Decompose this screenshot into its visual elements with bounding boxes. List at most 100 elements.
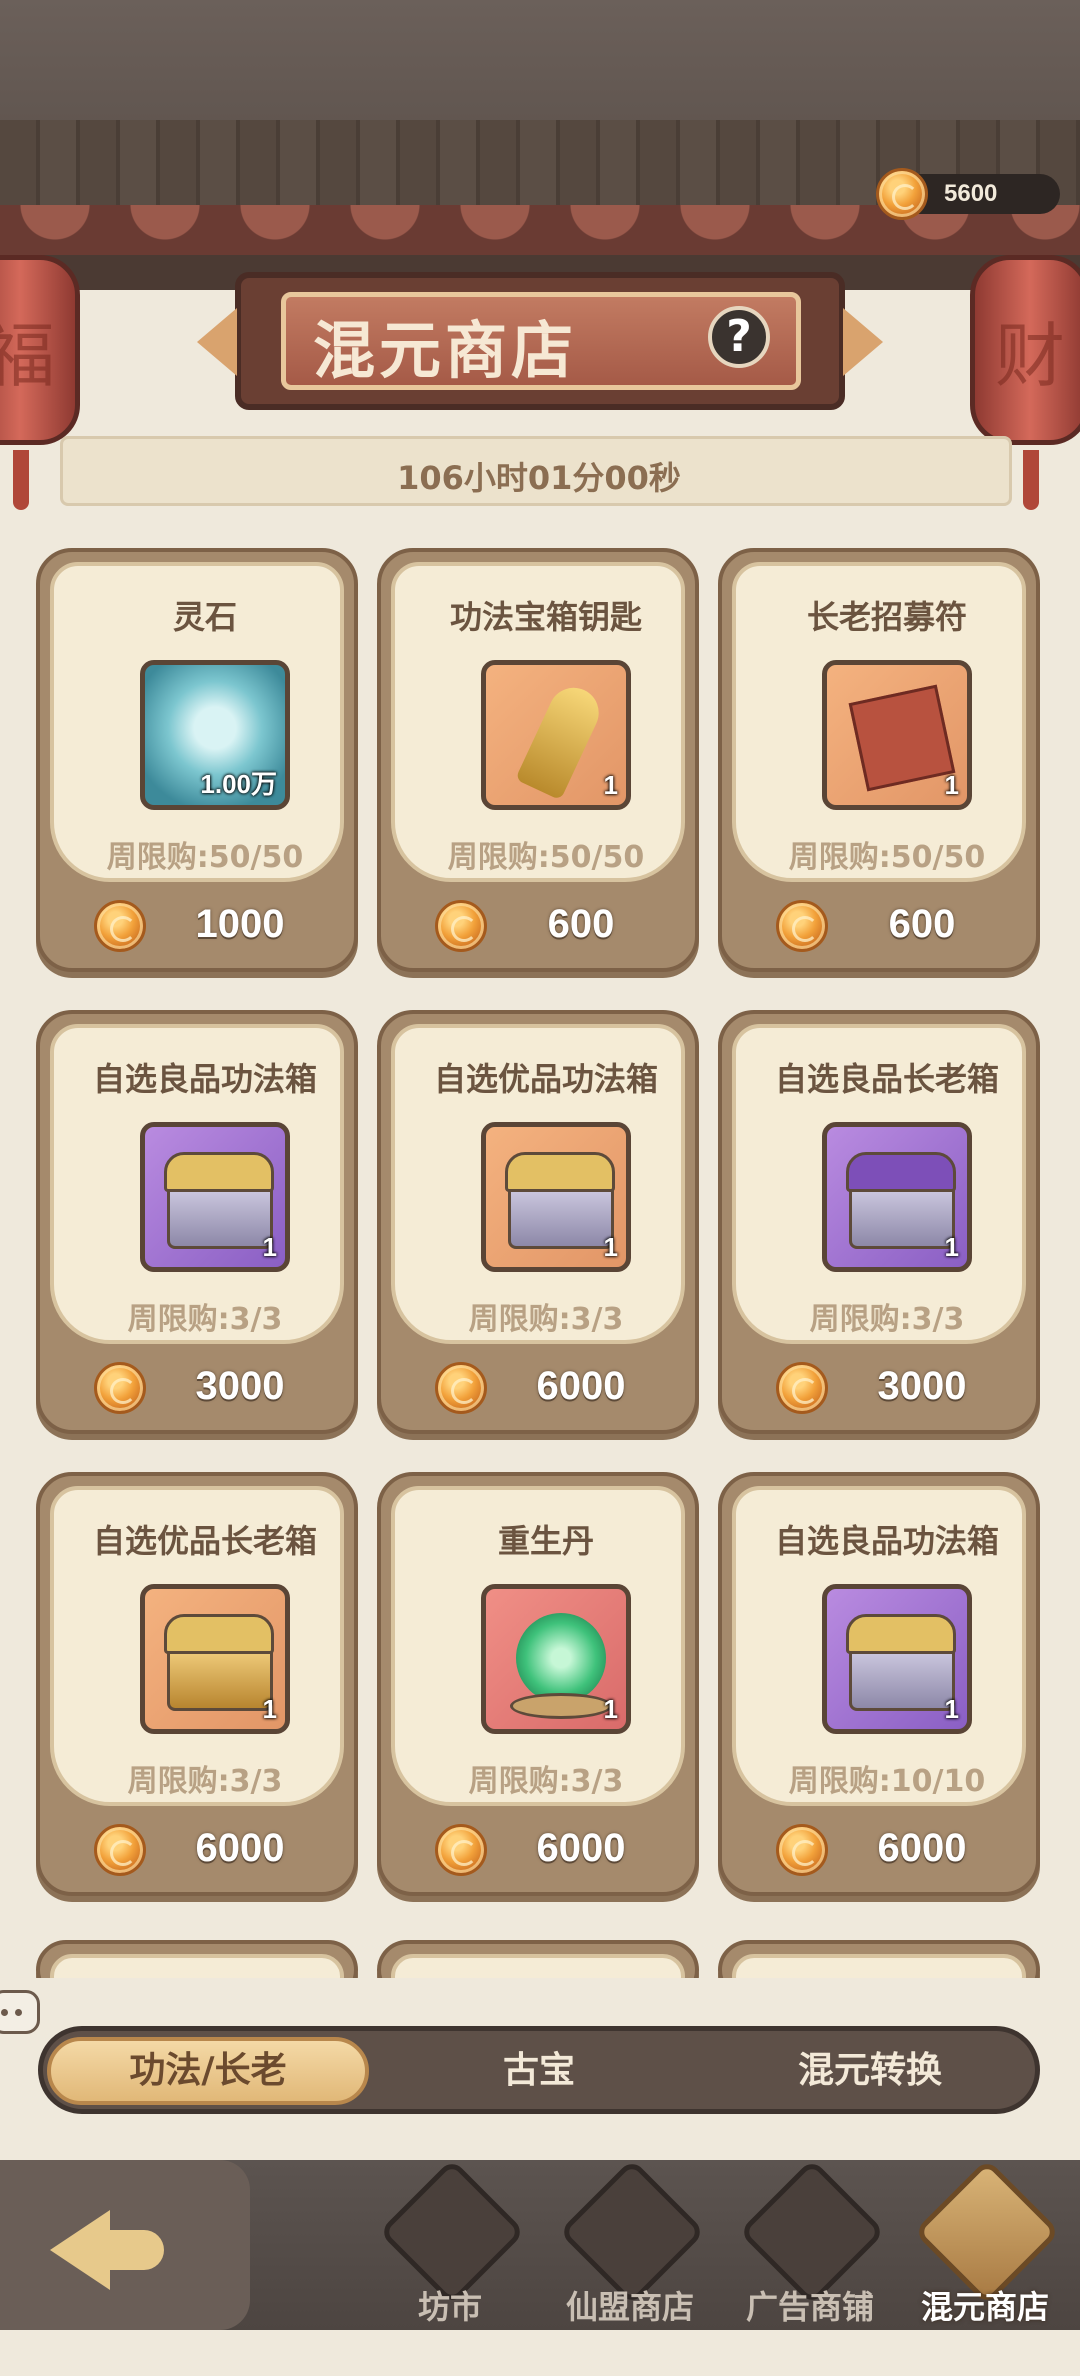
coin-icon (776, 900, 828, 952)
item-quantity: 1 (944, 1232, 959, 1262)
currency-amount: 5600 (944, 180, 998, 207)
item-price: 3000 (877, 1364, 967, 1408)
chest-icon: 1 (822, 1584, 972, 1734)
chest-icon: 1 (140, 1584, 290, 1734)
key-shape (515, 679, 607, 801)
coin-icon (435, 900, 487, 952)
shop-item-card[interactable]: 自选优品长老箱 1 周限购:3/3 6000 (36, 1472, 358, 1896)
lantern-right-character: 财 (995, 315, 1065, 397)
coin-icon (435, 1824, 487, 1876)
shop-item-grid[interactable]: 灵石 1.00万 周限购:50/50 1000 功法宝箱钥匙 1 周限购:50/… (36, 548, 1042, 1978)
item-quantity: 1 (944, 1694, 959, 1724)
chat-dot (1, 2009, 8, 2016)
lantern-left: 福 (0, 255, 80, 510)
coin-icon (435, 1362, 487, 1414)
help-button[interactable]: ? (708, 306, 770, 368)
chest-body (846, 1152, 956, 1249)
card-face: 自选良品功法箱 1 周限购:3/3 (50, 1024, 344, 1344)
coin-icon (776, 1824, 828, 1876)
chest-body (164, 1614, 274, 1711)
price-button[interactable]: 6000 (381, 1354, 695, 1424)
shop-item-card[interactable]: 自选良品功法箱 1 周限购:3/3 3000 (36, 1010, 358, 1434)
refresh-timer: 106小时01分00秒 (60, 436, 1012, 506)
item-name: 自选优品功法箱 (433, 1060, 658, 1098)
price-button[interactable]: 6000 (40, 1816, 354, 1886)
item-name: 自选良品功法箱 (774, 1522, 999, 1560)
category-tabs: 功法/长老 古宝 混元转换 (38, 2026, 1040, 2114)
shop-item-card[interactable]: 自选优品功法箱 1 周限购:3/3 6000 (377, 1010, 699, 1434)
shop-item-card[interactable]: 功法宝箱钥匙 1 周限购:50/50 600 (377, 548, 699, 972)
purchase-limit: 周限购:50/50 (788, 840, 986, 875)
price-button[interactable]: 6000 (722, 1816, 1036, 1886)
coin-icon (876, 168, 928, 220)
nav-ad-shop[interactable]: 广告商铺 (715, 2158, 886, 2370)
purchase-limit: 周限购:3/3 (468, 1302, 624, 1337)
card-face: 自选优品功法箱 1 周限购:3/3 (391, 1024, 685, 1344)
card-face: 自选良品长老箱 1 周限购:3/3 (732, 1024, 1026, 1344)
item-price: 3000 (195, 1364, 285, 1408)
lantern-right-tassel (1023, 450, 1039, 510)
price-button[interactable]: 600 (381, 892, 695, 962)
card-face: 灵石 1.00万 周限购:50/50 (50, 562, 344, 882)
item-price: 6000 (536, 1364, 626, 1408)
card-face (391, 1954, 685, 1978)
price-button[interactable]: 1000 (40, 892, 354, 962)
back-arrow-shaft (102, 2230, 164, 2270)
price-button[interactable]: 3000 (40, 1354, 354, 1424)
shop-item-card[interactable]: 灵石 1.00万 周限购:50/50 1000 (36, 548, 358, 972)
purchase-limit: 周限购:50/50 (447, 840, 645, 875)
currency-counter[interactable]: 5600 (876, 168, 1060, 220)
tab-gongfa-elder[interactable]: 功法/长老 (47, 2037, 369, 2105)
purchase-limit: 周限购:50/50 (106, 840, 304, 875)
coin-icon (776, 1362, 828, 1414)
item-quantity: 1 (603, 770, 618, 800)
shop-item-card-partial[interactable] (36, 1940, 358, 1978)
price-button[interactable]: 600 (722, 892, 1036, 962)
item-name: 自选优品长老箱 (92, 1522, 317, 1560)
chest-body (846, 1614, 956, 1711)
back-button[interactable] (40, 2180, 170, 2290)
item-quantity: 1 (262, 1232, 277, 1262)
tab-hunyuan-exchange[interactable]: 混元转换 (709, 2037, 1031, 2105)
card-face: 自选良品功法箱 1 周限购:10/10 (732, 1486, 1026, 1806)
tab-ancient-treasure[interactable]: 古宝 (378, 2037, 700, 2105)
shop-item-card-partial[interactable] (718, 1940, 1040, 1978)
price-button[interactable]: 6000 (381, 1816, 695, 1886)
item-price: 1000 (195, 902, 285, 946)
card-face: 长老招募符 1 周限购:50/50 (732, 562, 1026, 882)
item-quantity: 1 (603, 1232, 618, 1262)
item-quantity: 1 (944, 770, 959, 800)
chest-lid (505, 1152, 615, 1192)
nav-hunyuan-shop-label: 混元商店 (920, 2288, 1049, 2326)
purchase-limit: 周限购:3/3 (809, 1302, 965, 1337)
nav-hunyuan-shop[interactable]: 混元商店 (890, 2158, 1061, 2370)
shop-item-card-partial[interactable] (377, 1940, 699, 1978)
nav-market[interactable]: 坊市 (355, 2158, 526, 2370)
back-arrow-icon (50, 2210, 110, 2290)
chest-lid (846, 1614, 956, 1654)
shop-item-card[interactable]: 长老招募符 1 周限购:50/50 600 (718, 548, 1040, 972)
price-button[interactable]: 3000 (722, 1354, 1036, 1424)
roof-banner (0, 0, 1080, 290)
item-price: 600 (888, 902, 956, 946)
item-price: 600 (547, 902, 615, 946)
chat-dot (15, 2009, 22, 2016)
shop-item-card[interactable]: 重生丹 1 周限购:3/3 6000 (377, 1472, 699, 1896)
chest-body (164, 1152, 274, 1249)
shop-item-card[interactable]: 自选良品长老箱 1 周限购:3/3 3000 (718, 1010, 1040, 1434)
card-face: 重生丹 1 周限购:3/3 (391, 1486, 685, 1806)
item-quantity: 1.00万 (200, 769, 277, 799)
talisman-shape (848, 684, 956, 792)
coin-icon (94, 1824, 146, 1876)
rebirth-pill-icon: 1 (481, 1584, 631, 1734)
nav-guild-shop[interactable]: 仙盟商店 (535, 2158, 706, 2370)
chat-bubble-icon[interactable] (0, 1990, 40, 2034)
spirit-stone-icon: 1.00万 (140, 660, 290, 810)
shop-item-card[interactable]: 自选良品功法箱 1 周限购:10/10 6000 (718, 1472, 1040, 1896)
card-face: 自选优品长老箱 1 周限购:3/3 (50, 1486, 344, 1806)
chest-lid (164, 1614, 274, 1654)
nav-guild-shop-label: 仙盟商店 (565, 2288, 694, 2326)
chest-icon: 1 (822, 1122, 972, 1272)
page-title: 混元商店 (312, 314, 577, 387)
chest-lid (846, 1152, 956, 1192)
